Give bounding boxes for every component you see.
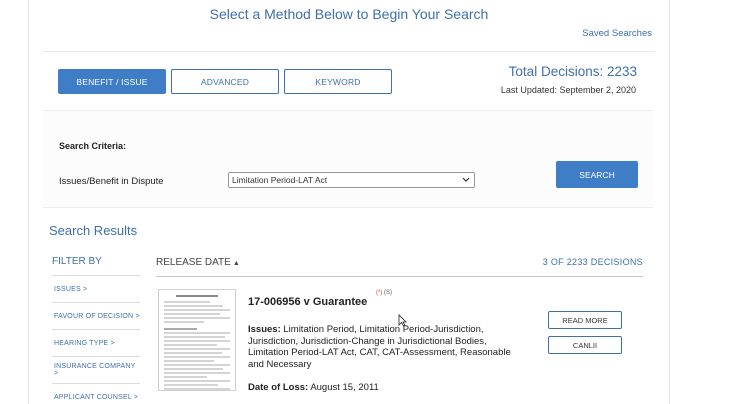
decision-issues: Issues: Limitation Period, Limitation Pe… (248, 324, 520, 370)
results-count: 3 OF 2233 DECISIONS (542, 257, 643, 267)
decision-title[interactable]: 17-006956 v Guarantee (248, 296, 367, 308)
date-of-loss: Date of Loss: August 15, 2011 (248, 382, 379, 393)
chevron-down-icon (462, 174, 470, 188)
decision-markers: (*) (S) (376, 290, 392, 296)
issues-benefit-label: Issues/Benefit in Dispute (59, 176, 164, 187)
search-criteria-panel: Search Criteria: Issues/Benefit in Dispu… (43, 110, 653, 208)
marker-red: (*) (376, 290, 383, 296)
canlii-button[interactable]: CANLII (548, 336, 622, 354)
page-frame: Select a Method Below to Begin Your Sear… (28, 0, 670, 404)
saved-searches-link[interactable]: Saved Searches (582, 28, 652, 39)
filter-favour-of-decision[interactable]: FAVOUR OF DECISION > (52, 302, 140, 329)
date-of-loss-label: Date of Loss: (248, 382, 309, 393)
filter-list: ISSUES > FAVOUR OF DECISION > HEARING TY… (52, 275, 140, 404)
release-date-sort[interactable]: RELEASE DATE ▲ (156, 257, 240, 268)
filter-by-heading: FILTER BY (52, 256, 102, 267)
filter-insurance-company[interactable]: INSURANCE COMPANY > (52, 356, 140, 383)
tab-advanced[interactable]: ADVANCED (171, 69, 279, 94)
issues-text: Limitation Period, Limitation Period-Jur… (248, 324, 511, 370)
issues-benefit-select[interactable]: Limitation Period-LAT Act (228, 172, 475, 188)
issues-benefit-selected-value: Limitation Period-LAT Act (232, 175, 328, 185)
marker-grey: (S) (384, 290, 393, 296)
tab-benefit-issue[interactable]: BENEFIT / ISSUE (58, 69, 166, 94)
decision-thumbnail[interactable] (158, 289, 236, 391)
search-criteria-title: Search Criteria: (59, 141, 127, 151)
mouse-cursor-icon (398, 314, 407, 332)
tab-keyword[interactable]: KEYWORD (284, 69, 392, 94)
filter-hearing-type[interactable]: HEARING TYPE > (52, 329, 140, 356)
total-decisions: Total Decisions: 2233 (508, 64, 637, 79)
issues-label: Issues: (248, 324, 281, 335)
divider (43, 51, 655, 52)
search-method-tabs: BENEFIT / ISSUE ADVANCED KEYWORD (58, 69, 392, 94)
filter-issues[interactable]: ISSUES > (52, 275, 140, 302)
release-date-label: RELEASE DATE (156, 257, 231, 268)
last-updated: Last Updated: September 2, 2020 (500, 85, 636, 95)
search-results-title: Search Results (49, 223, 138, 238)
divider (156, 276, 643, 277)
page-headline: Select a Method Below to Begin Your Sear… (209, 6, 489, 22)
filter-applicant-counsel[interactable]: APPLICANT COUNSEL > (52, 383, 140, 404)
date-of-loss-value: August 15, 2011 (310, 382, 379, 393)
read-more-button[interactable]: READ MORE (548, 311, 622, 329)
search-button[interactable]: SEARCH (556, 161, 638, 188)
sort-up-icon: ▲ (232, 260, 240, 267)
